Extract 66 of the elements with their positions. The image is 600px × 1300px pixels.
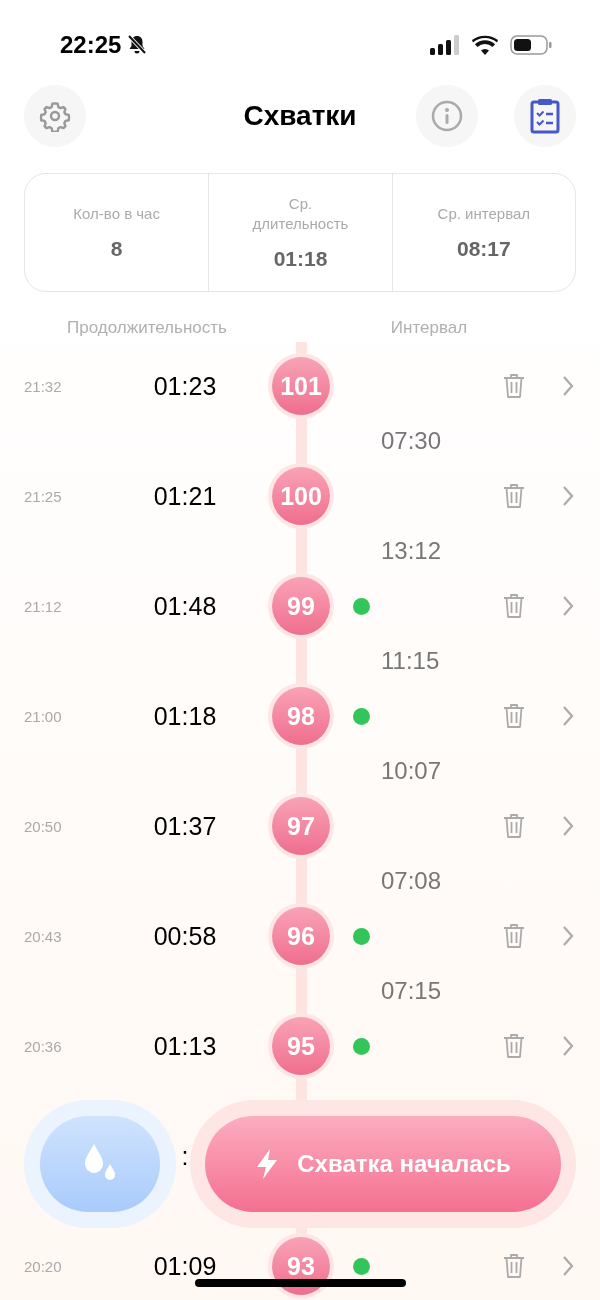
start-time: 20:36 <box>24 1037 63 1055</box>
duration: 01:18 <box>153 701 217 731</box>
clipboard-icon <box>530 98 560 134</box>
duration: : <box>181 1141 189 1171</box>
duration: 01:37 <box>153 811 217 841</box>
chevron-button[interactable] <box>562 1255 574 1277</box>
lightning-icon <box>255 1148 280 1180</box>
info-icon <box>431 100 463 132</box>
signal-icon <box>430 35 460 55</box>
contraction-number: 97 <box>272 797 330 855</box>
contraction-number: 96 <box>272 907 330 965</box>
stat-value: 8 <box>110 237 123 262</box>
start-contraction-button[interactable]: Схватка началась <box>205 1116 561 1212</box>
contraction-number: 101 <box>272 357 330 415</box>
interval: 11:15 <box>381 647 440 675</box>
delete-button[interactable] <box>503 923 525 949</box>
start-time: 21:32 <box>24 377 63 395</box>
delete-button[interactable] <box>503 703 525 729</box>
interval: 07:15 <box>381 977 442 1005</box>
duration: 01:13 <box>153 1031 217 1061</box>
column-header: Интервал <box>390 318 468 339</box>
column-header: Продолжительность <box>67 318 227 339</box>
contraction-number: 95 <box>272 1017 330 1075</box>
water-button[interactable] <box>40 1116 160 1212</box>
start-time: 20:20 <box>24 1257 63 1275</box>
delete-button[interactable] <box>503 813 525 839</box>
wifi-icon <box>472 35 498 55</box>
stat-label: Кол-во в час <box>72 203 161 224</box>
duration: 01:21 <box>153 481 217 511</box>
delete-button[interactable] <box>503 593 525 619</box>
status-time: 22:25 <box>60 31 122 59</box>
duration: 01:23 <box>153 371 217 401</box>
start-time: 21:00 <box>24 707 63 725</box>
duration: 01:48 <box>153 591 217 621</box>
settings-icon <box>39 100 71 132</box>
chevron-button[interactable] <box>562 595 574 617</box>
start-time: 21:25 <box>24 487 63 505</box>
contraction-number: 98 <box>272 687 330 745</box>
delete-button[interactable] <box>503 483 525 509</box>
stat-value: 01:18 <box>273 247 328 271</box>
interval: 13:12 <box>381 537 442 565</box>
chevron-button[interactable] <box>562 925 574 947</box>
battery-icon <box>510 35 552 55</box>
interval: 07:30 <box>381 427 442 455</box>
stat-label: Ср. интервал <box>436 203 532 224</box>
chevron-button[interactable] <box>562 705 574 727</box>
chevron-button[interactable] <box>562 815 574 837</box>
contraction-number: 100 <box>272 467 330 525</box>
duration: 00:58 <box>153 921 217 951</box>
stat-value: 08:17 <box>456 237 511 262</box>
start-time: 21:12 <box>24 597 63 615</box>
chevron-button[interactable] <box>562 1035 574 1057</box>
stat-label: Ср. длительность <box>251 194 350 233</box>
chevron-button[interactable] <box>562 375 574 397</box>
delete-button[interactable] <box>503 1033 525 1059</box>
delete-button[interactable] <box>503 1253 525 1279</box>
chevron-button[interactable] <box>562 485 574 507</box>
interval: 10:07 <box>381 757 442 785</box>
interval: 07:08 <box>381 867 442 895</box>
screen-title: Схватки <box>242 100 358 132</box>
delete-button[interactable] <box>503 373 525 399</box>
duration: 01:09 <box>153 1251 217 1281</box>
contraction-number: 99 <box>272 577 330 635</box>
muted-bell-icon <box>127 34 148 56</box>
start-time: 20:50 <box>24 817 63 835</box>
start-time: 20:43 <box>24 927 63 945</box>
